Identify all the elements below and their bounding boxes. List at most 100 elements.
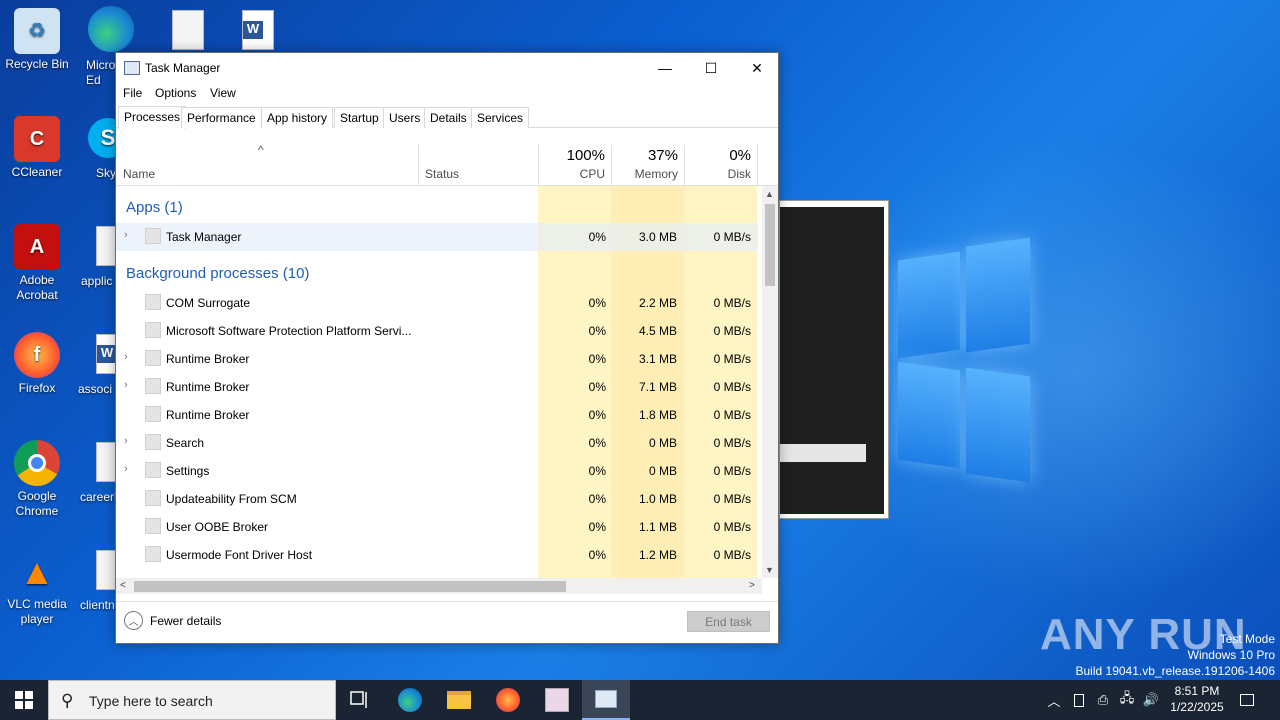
close-button[interactable]: ✕ — [734, 53, 780, 83]
column-name[interactable]: Name — [123, 167, 155, 181]
fewer-details-button[interactable]: ︿ Fewer details — [124, 611, 221, 630]
process-icon — [145, 546, 161, 562]
process-row[interactable]: Usermode Font Driver Host 0% 1.2 MB 0 MB/s — [116, 541, 758, 569]
expand-chevron-icon[interactable]: › — [124, 435, 128, 447]
horizontal-scrollbar[interactable]: < > — [116, 578, 762, 594]
column-divider — [611, 145, 612, 185]
firefox-icon — [496, 688, 520, 712]
taskbar-search[interactable]: ⚲ Type here to search — [48, 680, 336, 720]
edge-icon — [398, 688, 422, 712]
taskbar-task-manager[interactable] — [582, 680, 630, 720]
desktop-icon-firefox[interactable]: f Firefox — [0, 332, 74, 396]
word-icon[interactable]: W — [242, 10, 274, 50]
vertical-scroll-thumb[interactable] — [765, 204, 775, 286]
test-mode-line: Test Mode — [1219, 632, 1275, 646]
task-view-button[interactable] — [336, 680, 384, 720]
process-name: Microsoft Software Protection Platform S… — [166, 324, 412, 338]
tab-processes[interactable]: Processes — [118, 106, 187, 129]
title-bar[interactable]: Task Manager — ☐ ✕ — [116, 53, 778, 83]
tab-app-history[interactable]: App history — [261, 107, 334, 128]
expand-chevron-icon[interactable]: › — [124, 463, 128, 475]
test-mode-text: Test Mode Windows 10 Pro Build 19041.vb_… — [1076, 631, 1276, 679]
tab-startup[interactable]: Startup — [334, 107, 385, 128]
column-status[interactable]: Status — [425, 167, 459, 181]
desktop-icon-vlc[interactable]: ▲ VLC media player — [0, 548, 74, 627]
maximize-button[interactable]: ☐ — [688, 53, 734, 83]
process-name: Runtime Broker — [166, 408, 250, 422]
volume-button[interactable]: 🔊 — [1141, 680, 1161, 720]
process-memory: 1.0 MB — [638, 492, 677, 506]
process-disk: 0 MB/s — [713, 380, 751, 394]
column-cpu[interactable]: CPU — [546, 167, 605, 181]
desktop-icon-label: CCleaner — [11, 165, 63, 179]
process-disk: 0 MB/s — [713, 230, 751, 244]
notifications-button[interactable] — [1236, 680, 1258, 720]
tray-app[interactable] — [1069, 680, 1089, 720]
desktop-icon-label: Adobe Acrobat — [16, 273, 58, 302]
desktop-icon-chrome[interactable]: Google Chrome — [0, 440, 74, 519]
process-row[interactable]: › Task Manager 0% 3.0 MB 0 MB/s — [116, 223, 758, 251]
process-cpu: 0% — [588, 380, 606, 394]
taskbar-edge[interactable] — [386, 680, 434, 720]
process-row[interactable]: › Runtime Broker 0% 3.1 MB 0 MB/s — [116, 345, 758, 373]
start-button[interactable] — [0, 680, 48, 720]
tab-users[interactable]: Users — [383, 107, 427, 128]
vertical-scrollbar[interactable]: ▲ ▼ — [762, 186, 778, 578]
process-memory: 4.5 MB — [638, 324, 677, 338]
process-row[interactable]: › Runtime Broker 0% 7.1 MB 0 MB/s — [116, 373, 758, 401]
file-icon[interactable] — [172, 10, 204, 50]
tab-details[interactable]: Details — [424, 107, 473, 128]
network-button[interactable]: 🖧 — [1117, 680, 1137, 720]
scroll-right-arrow-icon[interactable]: > — [749, 580, 755, 591]
menu-view[interactable]: View — [210, 86, 236, 100]
scroll-down-arrow-icon[interactable]: ▼ — [765, 565, 774, 575]
taskbar-firefox[interactable] — [484, 680, 532, 720]
desktop-icon-ccleaner[interactable]: C CCleaner — [0, 116, 74, 180]
cpu-percent: 100% — [566, 147, 605, 164]
process-disk: 0 MB/s — [713, 296, 751, 310]
taskbar-app[interactable] — [533, 680, 581, 720]
process-memory: 0 MB — [648, 464, 677, 478]
process-icon — [145, 462, 161, 478]
horizontal-scroll-thumb[interactable] — [134, 581, 566, 592]
tray-device[interactable]: ⎙ — [1093, 680, 1113, 720]
process-row[interactable]: Microsoft Software Protection Platform S… — [116, 317, 758, 345]
tab-services[interactable]: Services — [471, 107, 530, 128]
expand-chevron-icon[interactable]: › — [124, 351, 128, 363]
process-row[interactable]: Runtime Broker 0% 1.8 MB 0 MB/s — [116, 401, 758, 429]
process-cpu: 0% — [588, 408, 606, 422]
desktop-icon-recycle-bin[interactable]: ♻ Recycle Bin — [0, 8, 74, 72]
process-row[interactable]: Updateability From SCM 0% 1.0 MB 0 MB/s — [116, 485, 758, 513]
process-row[interactable]: COM Surrogate 0% 2.2 MB 0 MB/s — [116, 289, 758, 317]
process-memory: 1.1 MB — [638, 520, 677, 534]
process-icon — [145, 518, 161, 534]
scroll-up-arrow-icon[interactable]: ▲ — [765, 189, 774, 199]
process-icon — [145, 378, 161, 394]
tab-performance[interactable]: Performance — [181, 107, 262, 128]
desktop-icon-label: Firefox — [18, 381, 56, 395]
desktop-icon-adobe-acrobat[interactable]: A Adobe Acrobat — [0, 224, 74, 303]
minimize-button[interactable]: — — [642, 53, 688, 83]
column-memory[interactable]: Memory — [616, 167, 678, 181]
menu-options[interactable]: Options — [155, 86, 196, 100]
task-manager-window[interactable]: Task Manager — ☐ ✕ File Options View Pro… — [115, 52, 779, 644]
process-row[interactable]: › Search 0% 0 MB 0 MB/s — [116, 429, 758, 457]
process-row[interactable]: User OOBE Broker 0% 1.1 MB 0 MB/s — [116, 513, 758, 541]
expand-chevron-icon[interactable]: › — [124, 229, 128, 241]
process-name: Runtime Broker — [166, 380, 250, 394]
process-icon — [145, 350, 161, 366]
background-window[interactable] — [779, 200, 889, 519]
recycle-bin-icon: ♻ — [14, 8, 60, 54]
show-hidden-icons-button[interactable]: ︿ — [1044, 680, 1064, 720]
clock[interactable]: 8:51 PM 1/22/2025 — [1164, 683, 1230, 715]
taskbar-file-explorer[interactable] — [435, 680, 483, 720]
process-row[interactable]: › Settings 0% 0 MB 0 MB/s — [116, 457, 758, 485]
windows-icon — [15, 691, 33, 709]
desktop-icon-edge[interactable]: Micro Ed — [86, 6, 134, 87]
end-task-button[interactable]: End task — [687, 611, 770, 632]
process-memory: 7.1 MB — [638, 380, 677, 394]
menu-file[interactable]: File — [123, 86, 142, 100]
column-disk[interactable]: Disk — [690, 167, 751, 181]
expand-chevron-icon[interactable]: › — [124, 379, 128, 391]
scroll-left-arrow-icon[interactable]: < — [120, 580, 126, 591]
